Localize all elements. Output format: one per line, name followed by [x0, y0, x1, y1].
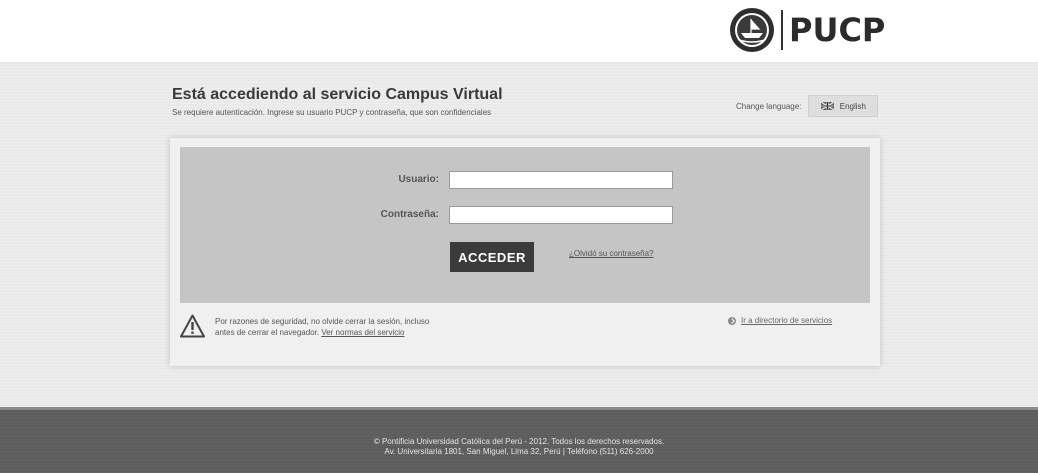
arrow-circle-icon	[728, 316, 736, 325]
login-form: Usuario: Contraseña: ACCEDER ¿Olvidó su …	[180, 147, 870, 303]
username-label: Usuario:	[398, 174, 439, 185]
university-seal-icon	[730, 8, 774, 52]
logo-wordmark: PUCP	[789, 11, 886, 49]
footer: © Pontificia Universidad Católica del Pe…	[0, 407, 1038, 473]
header: PUCP	[0, 0, 1038, 62]
security-notice-line2: antes de cerrar el navegador.	[215, 328, 320, 337]
password-input[interactable]	[449, 206, 673, 224]
login-submit-button[interactable]: ACCEDER	[450, 242, 534, 272]
page-title: Está accediendo al servicio Campus Virtu…	[172, 86, 503, 103]
language-switcher: Change language: English	[736, 95, 879, 117]
service-rules-link[interactable]: Ver normas del servicio	[321, 328, 404, 337]
password-label: Contraseña:	[380, 209, 439, 220]
forgot-password-link[interactable]: ¿Olvidó su contraseña?	[569, 249, 654, 258]
logo-divider	[781, 10, 783, 50]
services-directory-label: Ir a directorio de servicios	[741, 316, 833, 325]
security-notice-line1: Por razones de seguridad, no olvide cerr…	[215, 317, 430, 326]
english-language-label: English	[839, 101, 867, 111]
security-notice: Por razones de seguridad, no olvide cerr…	[215, 316, 495, 338]
pucp-logo[interactable]: PUCP	[729, 7, 885, 53]
services-directory-link[interactable]: Ir a directorio de servicios	[728, 316, 832, 325]
footer-address: Av. Universitaria 1801, San Miguel, Lima…	[384, 447, 654, 456]
username-input[interactable]	[449, 171, 673, 189]
warning-icon	[180, 314, 205, 338]
english-language-button[interactable]: English	[808, 95, 879, 117]
login-card: Usuario: Contraseña: ACCEDER ¿Olvidó su …	[170, 138, 880, 366]
footer-copyright: © Pontificia Universidad Católica del Pe…	[373, 437, 665, 446]
language-label: Change language:	[736, 101, 802, 111]
uk-flag-icon	[820, 102, 834, 110]
page-subtitle: Se requiere autenticación. Ingrese su us…	[172, 108, 492, 117]
